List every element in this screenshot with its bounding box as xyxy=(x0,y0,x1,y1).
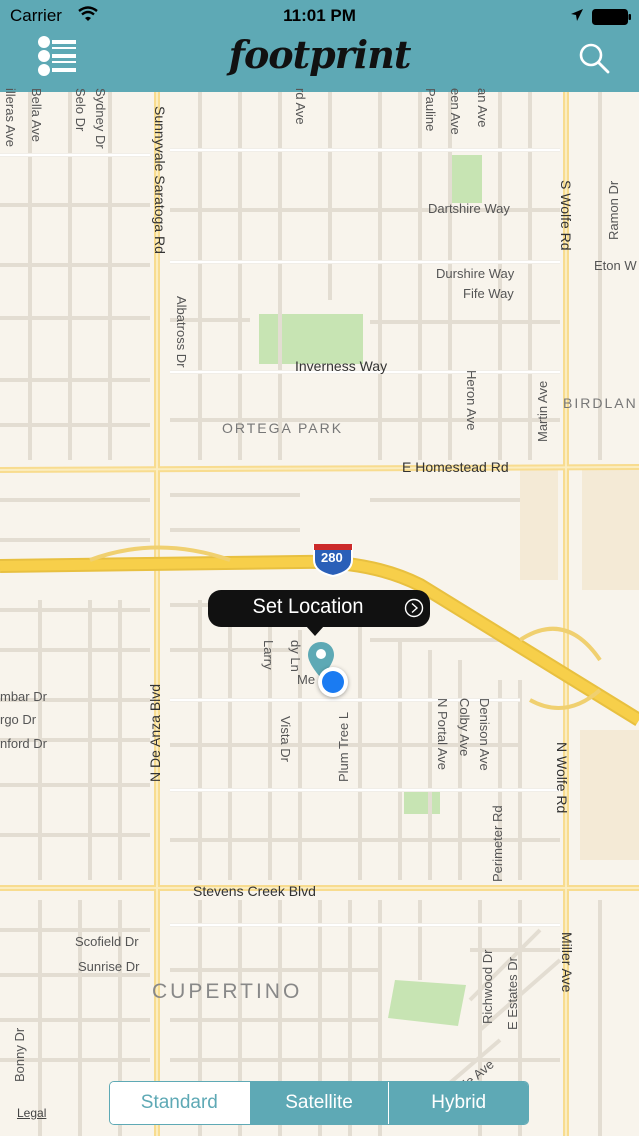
segment-satellite[interactable]: Satellite xyxy=(248,1082,389,1124)
nav-header: Carrier 11:01 PM footprint xyxy=(0,0,639,92)
map-label-martin: Martin Ave xyxy=(535,380,550,442)
map-label-scofield: Scofield Dr xyxy=(75,934,139,949)
map-label-bonny: Bonny Dr xyxy=(12,1027,27,1082)
map-type-segmented-control: Standard Satellite Hybrid xyxy=(109,1081,529,1125)
map-label-larry: Larry xyxy=(261,640,276,670)
map-label-stevens-creek: Stevens Creek Blvd xyxy=(193,883,316,899)
map-label-een-ave: een Ave xyxy=(448,88,463,135)
map-label-e-estates: E Estates Dr xyxy=(505,957,520,1030)
map-label-bella: Bella Ave xyxy=(29,88,44,142)
app-logo: footprint xyxy=(228,32,412,77)
segment-hybrid[interactable]: Hybrid xyxy=(388,1082,528,1124)
map-label-rgo: rgo Dr xyxy=(0,712,37,727)
set-location-callout[interactable]: Set Location xyxy=(208,590,430,627)
map-label-dy-ln: dy Ln xyxy=(288,640,303,672)
location-arrow-icon xyxy=(571,9,583,21)
map-label-durshire: Durshire Way xyxy=(436,266,515,281)
map-label-n-wolfe: N Wolfe Rd xyxy=(554,742,570,814)
map-label-ramon: Ramon Dr xyxy=(606,180,621,240)
map-label-sunnyvale-saratoga: Sunnyvale Saratoga Rd xyxy=(152,106,168,254)
map-label-miller: Miller Ave xyxy=(559,932,575,993)
map-label-birdland: BIRDLAN xyxy=(563,395,638,411)
map-label-sillera: illeras Ave xyxy=(3,88,18,148)
map-label-plum-tree: Plum Tree L xyxy=(336,711,351,782)
status-bar: Carrier 11:01 PM xyxy=(0,0,639,32)
disclosure-arrow-icon[interactable] xyxy=(404,598,424,618)
map-label-albatross: Albatross Dr xyxy=(174,296,189,368)
map-label-heron: Heron Ave xyxy=(464,370,479,431)
map-label-an-ave: an Ave xyxy=(475,88,490,128)
map-label-richwood: Richwood Dr xyxy=(480,949,495,1024)
map-label-eton: Eton W xyxy=(594,258,637,273)
battery-icon xyxy=(592,9,631,25)
current-location-dot-inner xyxy=(322,671,344,693)
map-label-selo: Selo Dr xyxy=(73,88,88,132)
callout-label: Set Location xyxy=(252,595,364,618)
status-time: 11:01 PM xyxy=(283,6,356,25)
map-label-mbar: mbar Dr xyxy=(0,689,47,704)
legal-link[interactable]: Legal xyxy=(17,1106,46,1120)
map-label-rd-ave: rd Ave xyxy=(293,88,308,125)
map-label-n-de-anza: N De Anza Blvd xyxy=(147,683,163,782)
map-label-nford: nford Dr xyxy=(0,736,47,751)
map-label-ortega-park: ORTEGA PARK xyxy=(222,420,344,436)
map-label-n-portal: N Portal Ave xyxy=(435,698,450,771)
map-label-denison: Denison Ave xyxy=(477,698,492,771)
map-label-pauline: Pauline xyxy=(423,88,438,132)
current-location-dot xyxy=(318,667,348,697)
map-label-sydney: Sydney Dr xyxy=(93,88,108,149)
map-label-sunrise: Sunrise Dr xyxy=(78,959,140,974)
map-label-dartshire: Dartshire Way xyxy=(428,201,510,216)
callout-tip xyxy=(306,626,324,636)
search-icon[interactable] xyxy=(578,42,610,74)
map-label-vista: Vista Dr xyxy=(278,716,293,762)
map-label-s-wolfe: S Wolfe Rd xyxy=(558,180,574,251)
map-label-inverness: Inverness Way xyxy=(295,358,388,374)
map-label-hwy-280: 280 xyxy=(321,550,343,565)
map-label-e-homestead: E Homestead Rd xyxy=(402,459,509,475)
map-label-perimeter: Perimeter Rd xyxy=(490,805,505,882)
segment-standard[interactable]: Standard xyxy=(110,1082,249,1124)
map-label-colby: Colby Ave xyxy=(457,698,472,757)
map-label-cupertino: CUPERTINO xyxy=(152,980,303,1003)
map-label-fife: Fife Way xyxy=(463,286,514,301)
